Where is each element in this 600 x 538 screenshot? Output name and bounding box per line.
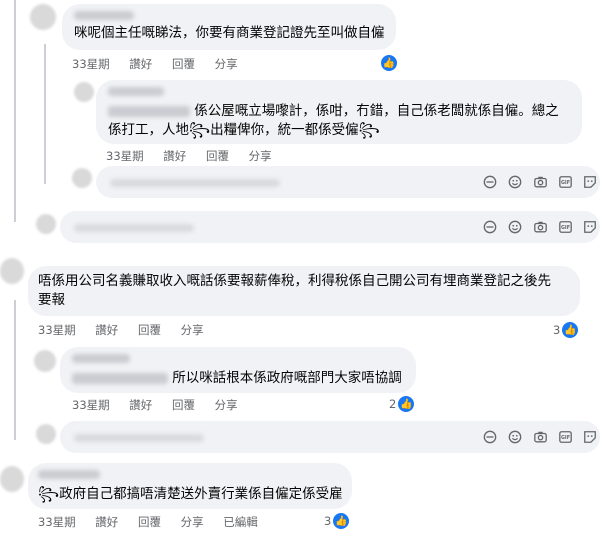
avatar[interactable] bbox=[0, 466, 24, 492]
timestamp[interactable]: 33星期 bbox=[72, 57, 110, 71]
thread-line bbox=[14, 0, 16, 222]
comment-text: 係公屋嘅立場嚟計，係咁，冇錯，自己係老闆就係自僱。總之 bbox=[108, 102, 559, 121]
commenter-name[interactable] bbox=[38, 470, 100, 479]
avatar[interactable] bbox=[34, 350, 56, 372]
timestamp[interactable]: 33星期 bbox=[72, 398, 110, 412]
thread-line bbox=[14, 300, 16, 440]
camera-icon[interactable] bbox=[532, 429, 548, 445]
comment-text: ꧂政府自己都搞唔清楚送外賣行業係自僱定係受雇 bbox=[38, 486, 343, 502]
reply-button[interactable]: 回覆 bbox=[138, 515, 161, 529]
redacted-text bbox=[72, 372, 168, 384]
share-button[interactable]: 分享 bbox=[215, 57, 238, 71]
share-button[interactable]: 分享 bbox=[249, 149, 272, 163]
comment-text-line1: 係公屋嘅立場嚟計，係咁，冇錯，自己係老闆就係自僱。總之 bbox=[194, 103, 559, 119]
reply-button[interactable]: 回覆 bbox=[172, 398, 195, 412]
comment-actions: 33星期 讚好 回覆 分享 已編輯 bbox=[38, 514, 274, 530]
comment-text-main: 所以咪話根本係政府嘅部門大家唔協調 bbox=[172, 370, 402, 386]
comment-actions: 33星期 讚好 回覆 分享 bbox=[72, 397, 254, 413]
commenter-name[interactable] bbox=[108, 87, 164, 96]
like-button[interactable]: 讚好 bbox=[163, 149, 186, 163]
like-reaction-icon: 👍 bbox=[562, 322, 579, 338]
comment-text-line1: 唔係用公司名義賺取收入嘅話係要報薪俸稅，利得稅係自己開公司有埋商業登記之後先 bbox=[38, 273, 551, 289]
edited-label: 已編輯 bbox=[223, 515, 258, 529]
sticker-icon[interactable] bbox=[582, 174, 598, 190]
reply-tools: GIF bbox=[482, 429, 598, 445]
like-button[interactable]: 讚好 bbox=[129, 57, 152, 71]
emoji-icon[interactable] bbox=[507, 174, 523, 190]
comment-actions: 33星期 讚好 回覆 分享 bbox=[72, 56, 254, 72]
timestamp[interactable]: 33星期 bbox=[38, 515, 76, 529]
reaction-count[interactable]: 3 👍 bbox=[553, 322, 579, 338]
like-reaction-icon: 👍 bbox=[398, 396, 415, 412]
reaction-number: 3 bbox=[324, 514, 332, 528]
avatar-sticker-icon[interactable] bbox=[482, 174, 498, 190]
timestamp[interactable]: 33星期 bbox=[106, 149, 144, 163]
reply-button[interactable]: 回覆 bbox=[138, 323, 161, 337]
commenter-name[interactable] bbox=[72, 354, 130, 363]
timestamp[interactable]: 33星期 bbox=[38, 323, 76, 337]
comment-actions: 33星期 讚好 回覆 分享 bbox=[38, 322, 220, 338]
reply-placeholder bbox=[110, 179, 280, 187]
gif-icon[interactable]: GIF bbox=[557, 429, 573, 445]
share-button[interactable]: 分享 bbox=[181, 323, 204, 337]
svg-text:GIF: GIF bbox=[561, 435, 570, 441]
comment-actions: 33星期 讚好 回覆 分享 bbox=[106, 148, 288, 164]
emoji-icon[interactable] bbox=[507, 219, 523, 235]
sticker-icon[interactable] bbox=[582, 429, 598, 445]
gif-icon[interactable]: GIF bbox=[557, 174, 573, 190]
svg-text:GIF: GIF bbox=[561, 225, 570, 231]
like-button[interactable]: 讚好 bbox=[95, 515, 118, 529]
gif-icon[interactable]: GIF bbox=[557, 219, 573, 235]
commenter-name[interactable] bbox=[74, 11, 134, 20]
comment-text: 所以咪話根本係政府嘅部門大家唔協調 bbox=[72, 369, 402, 388]
avatar-sticker-icon[interactable] bbox=[482, 429, 498, 445]
reaction-number: 2 bbox=[389, 397, 397, 411]
avatar[interactable] bbox=[74, 82, 94, 102]
comment-text: 咪呢個主任嘅睇法，你要有商業登記證先至叫做自僱 bbox=[74, 25, 385, 41]
reply-placeholder bbox=[74, 224, 194, 232]
avatar[interactable] bbox=[0, 258, 24, 284]
reaction-count[interactable]: 3 👍 bbox=[324, 513, 350, 529]
reply-button[interactable]: 回覆 bbox=[206, 149, 229, 163]
svg-text:GIF: GIF bbox=[561, 180, 570, 186]
like-reaction-icon: 👍 bbox=[333, 513, 350, 529]
reply-placeholder bbox=[74, 434, 204, 442]
share-button[interactable]: 分享 bbox=[215, 398, 238, 412]
reaction-number: 3 bbox=[553, 323, 561, 337]
comment-text-line2: 係打工，人地꧂出糧俾你，統一都係受僱꧂ bbox=[108, 122, 380, 138]
avatar bbox=[36, 214, 56, 234]
avatar bbox=[72, 168, 92, 188]
sticker-icon[interactable] bbox=[582, 219, 598, 235]
camera-icon[interactable] bbox=[532, 174, 548, 190]
reaction-count[interactable]: 2 👍 bbox=[389, 396, 415, 412]
thread-line bbox=[44, 44, 46, 184]
like-button[interactable]: 讚好 bbox=[129, 398, 152, 412]
reaction-count[interactable]: 👍 bbox=[379, 55, 397, 71]
camera-icon[interactable] bbox=[532, 219, 548, 235]
like-reaction-icon: 👍 bbox=[381, 55, 397, 71]
emoji-icon[interactable] bbox=[507, 429, 523, 445]
redacted-text bbox=[108, 105, 190, 117]
share-button[interactable]: 分享 bbox=[181, 515, 204, 529]
avatar[interactable] bbox=[30, 4, 56, 30]
reply-tools: GIF bbox=[482, 219, 598, 235]
avatar-sticker-icon[interactable] bbox=[482, 219, 498, 235]
avatar bbox=[36, 424, 56, 444]
like-button[interactable]: 讚好 bbox=[95, 323, 118, 337]
reply-tools: GIF bbox=[482, 174, 598, 190]
comment-text-line2: 要報 bbox=[38, 292, 65, 308]
reply-button[interactable]: 回覆 bbox=[172, 57, 195, 71]
